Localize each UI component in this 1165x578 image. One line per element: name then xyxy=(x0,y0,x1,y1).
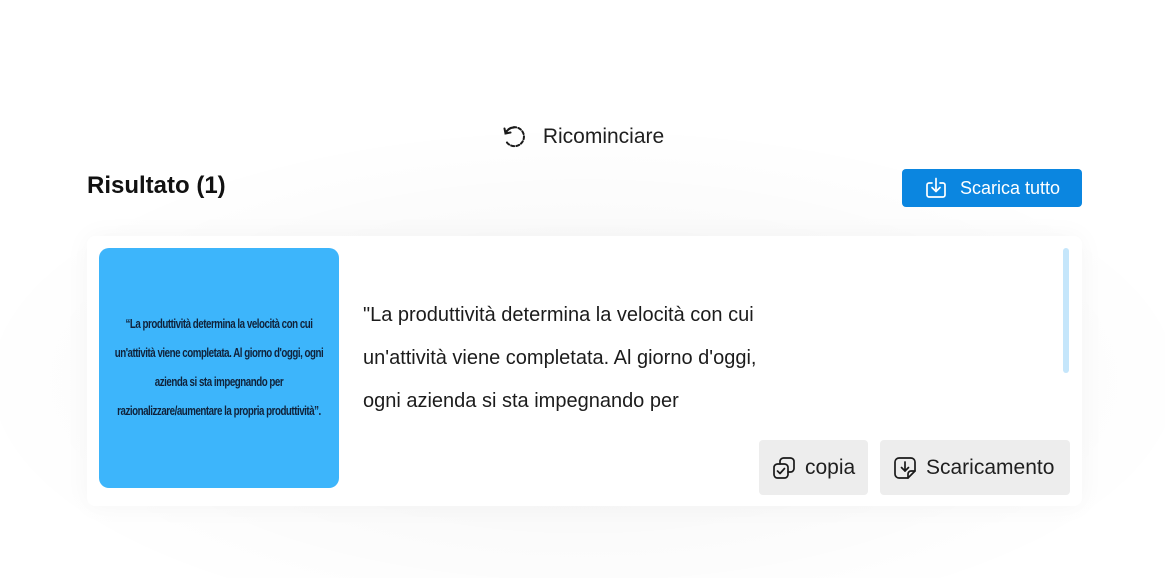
download-button[interactable]: Scaricamento xyxy=(880,440,1070,495)
download-icon xyxy=(924,176,948,200)
page: Ricominciare Risultato (1) Scarica tutto… xyxy=(0,0,1165,578)
download-all-label: Scarica tutto xyxy=(959,177,1061,198)
results-title: Risultato (1) xyxy=(87,172,226,199)
copy-icon xyxy=(771,455,797,481)
result-image: “La produttività determina la velocità c… xyxy=(99,248,339,488)
result-image-text: “La produttività determina la velocità c… xyxy=(114,317,324,418)
restart-button[interactable]: Ricominciare xyxy=(0,124,1165,150)
text-scrollbar[interactable] xyxy=(1063,248,1069,373)
download-all-button[interactable]: Scarica tutto xyxy=(902,169,1082,207)
download-label: Scaricamento xyxy=(926,455,1055,479)
extracted-text[interactable]: "La produttività determina la velocità c… xyxy=(363,294,783,423)
restart-icon xyxy=(501,124,527,150)
restart-label: Ricominciare xyxy=(542,125,665,148)
file-download-icon xyxy=(892,455,918,481)
copy-label: copia xyxy=(805,455,856,479)
copy-button[interactable]: copia xyxy=(759,440,868,495)
result-card: “La produttività determina la velocità c… xyxy=(87,236,1082,506)
